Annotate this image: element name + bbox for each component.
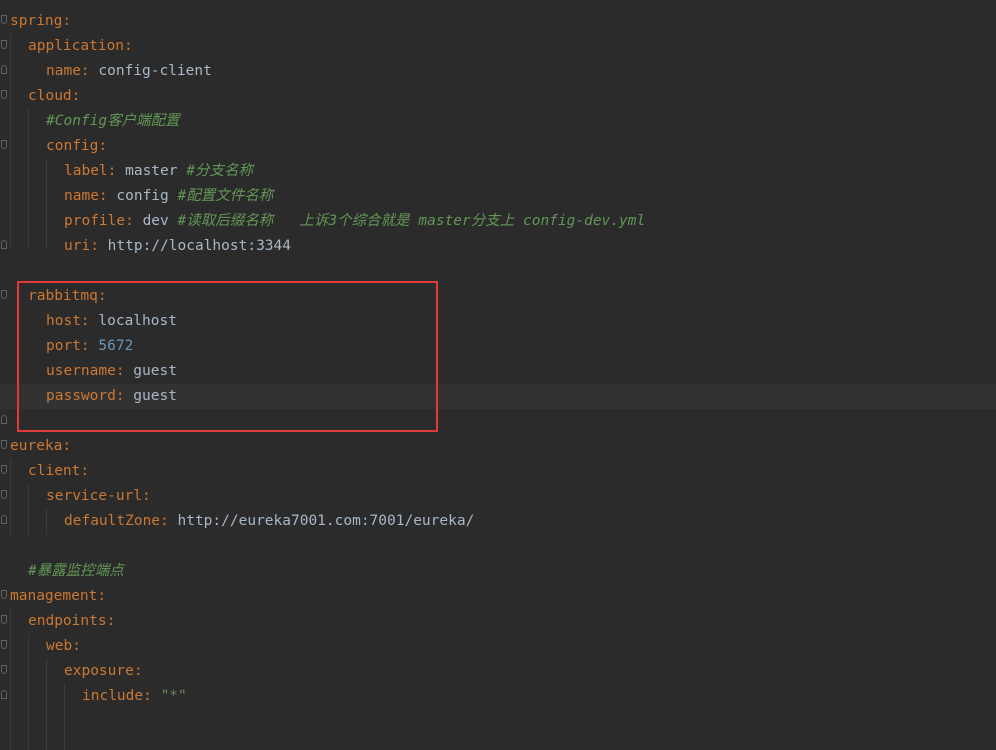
indent-guide (10, 459, 11, 535)
yaml-colon: : (80, 463, 90, 479)
fold-icon[interactable] (1, 440, 7, 449)
fold-icon[interactable] (1, 290, 7, 299)
code-line[interactable]: web: (46, 634, 81, 659)
yaml-colon: : (90, 238, 99, 254)
yaml-key: eureka (10, 438, 63, 454)
yaml-key: application (28, 38, 125, 54)
yaml-key: defaultZone (64, 513, 161, 529)
fold-icon[interactable] (1, 15, 7, 24)
code-line[interactable]: defaultZone: http://eureka7001.com:7001/… (64, 509, 474, 534)
fold-icon[interactable] (1, 465, 7, 474)
yaml-colon: : (133, 663, 143, 679)
indent-guide (46, 159, 47, 250)
yaml-colon: : (125, 213, 134, 229)
code-line[interactable]: management: (10, 584, 106, 609)
code-line[interactable]: endpoints: (28, 609, 115, 634)
fold-end-icon[interactable] (1, 415, 7, 424)
code-line[interactable]: uri: http://localhost:3344 (64, 234, 291, 259)
yaml-colon: : (62, 13, 72, 29)
fold-end-icon[interactable] (1, 515, 7, 524)
yaml-key: spring (10, 13, 63, 29)
yaml-value: config-client (89, 63, 212, 79)
code-line[interactable]: spring: (10, 9, 71, 34)
yaml-key: service-url (46, 488, 143, 504)
code-line[interactable]: include: "*" (82, 684, 187, 709)
yaml-key: include (82, 688, 144, 704)
code-line[interactable]: config: (46, 134, 107, 159)
yaml-colon: : (160, 513, 169, 529)
indent-guide (46, 659, 47, 750)
indent-guide (64, 684, 65, 750)
code-editor[interactable]: spring: application: name: config-client… (0, 0, 996, 750)
fold-icon[interactable] (1, 40, 7, 49)
yaml-key: cloud (28, 88, 72, 104)
fold-icon[interactable] (1, 615, 7, 624)
yaml-comment: #分支名称 (186, 163, 253, 179)
yaml-comment: #读取后缀名称 上诉3个综合就是 master分支上 config-dev.ym… (177, 213, 646, 229)
yaml-value: http://eureka7001.com:7001/eureka/ (168, 513, 475, 529)
code-line[interactable]: profile: dev #读取后缀名称 上诉3个综合就是 master分支上 … (64, 209, 645, 234)
annotation-highlight-box (17, 281, 438, 432)
yaml-key: exposure (64, 663, 134, 679)
yaml-string: "*" (151, 688, 187, 704)
code-line[interactable]: #Config客户端配置 (46, 109, 180, 134)
yaml-colon: : (72, 638, 81, 654)
fold-end-icon[interactable] (1, 240, 7, 249)
fold-icon[interactable] (1, 665, 7, 674)
yaml-colon: : (142, 488, 151, 504)
yaml-colon: : (124, 38, 133, 54)
code-line[interactable]: client: (28, 459, 89, 484)
fold-end-icon[interactable] (1, 65, 7, 74)
code-line[interactable]: exposure: (64, 659, 143, 684)
fold-icon[interactable] (1, 490, 7, 499)
code-line[interactable]: name: config #配置文件名称 (64, 184, 273, 209)
yaml-comment: #配置文件名称 (177, 188, 274, 204)
yaml-key: web (46, 638, 73, 654)
code-line[interactable]: application: (28, 34, 133, 59)
code-line[interactable]: service-url: (46, 484, 151, 509)
fold-end-icon[interactable] (1, 690, 7, 699)
indent-guide (28, 484, 29, 535)
yaml-colon: : (71, 88, 81, 104)
fold-icon[interactable] (1, 640, 7, 649)
code-line[interactable]: eureka: (10, 434, 71, 459)
fold-icon[interactable] (1, 590, 7, 599)
yaml-key: name (64, 188, 99, 204)
yaml-colon: : (143, 688, 152, 704)
yaml-colon: : (106, 613, 116, 629)
yaml-colon: : (62, 438, 72, 454)
yaml-key: endpoints (28, 613, 107, 629)
indent-guide (10, 34, 11, 250)
yaml-value: config (107, 188, 178, 204)
yaml-key: label (64, 163, 108, 179)
yaml-key: profile (64, 213, 126, 229)
code-line[interactable]: label: master #分支名称 (64, 159, 253, 184)
yaml-key: management (10, 588, 98, 604)
indent-guide (28, 634, 29, 750)
yaml-comment: #暴露监控端点 (28, 563, 124, 579)
yaml-value: master (116, 163, 187, 179)
code-line[interactable]: name: config-client (46, 59, 212, 84)
yaml-value: dev (133, 213, 178, 229)
yaml-key: config (46, 138, 99, 154)
yaml-key: client (28, 463, 81, 479)
code-line[interactable]: cloud: (28, 84, 80, 109)
fold-icon[interactable] (1, 90, 7, 99)
yaml-colon: : (97, 588, 107, 604)
code-line[interactable]: #暴露监控端点 (28, 559, 124, 584)
yaml-key: uri (64, 238, 91, 254)
indent-guide (46, 509, 47, 535)
yaml-comment: #Config客户端配置 (46, 113, 180, 129)
yaml-colon: : (98, 188, 108, 204)
fold-gutter (0, 0, 9, 750)
indent-guide (10, 609, 11, 750)
fold-icon[interactable] (1, 140, 7, 149)
indent-guide (28, 109, 29, 250)
yaml-colon: : (80, 63, 90, 79)
yaml-colon: : (98, 138, 108, 154)
yaml-key: name (46, 63, 81, 79)
yaml-value: http://localhost:3344 (98, 238, 291, 254)
